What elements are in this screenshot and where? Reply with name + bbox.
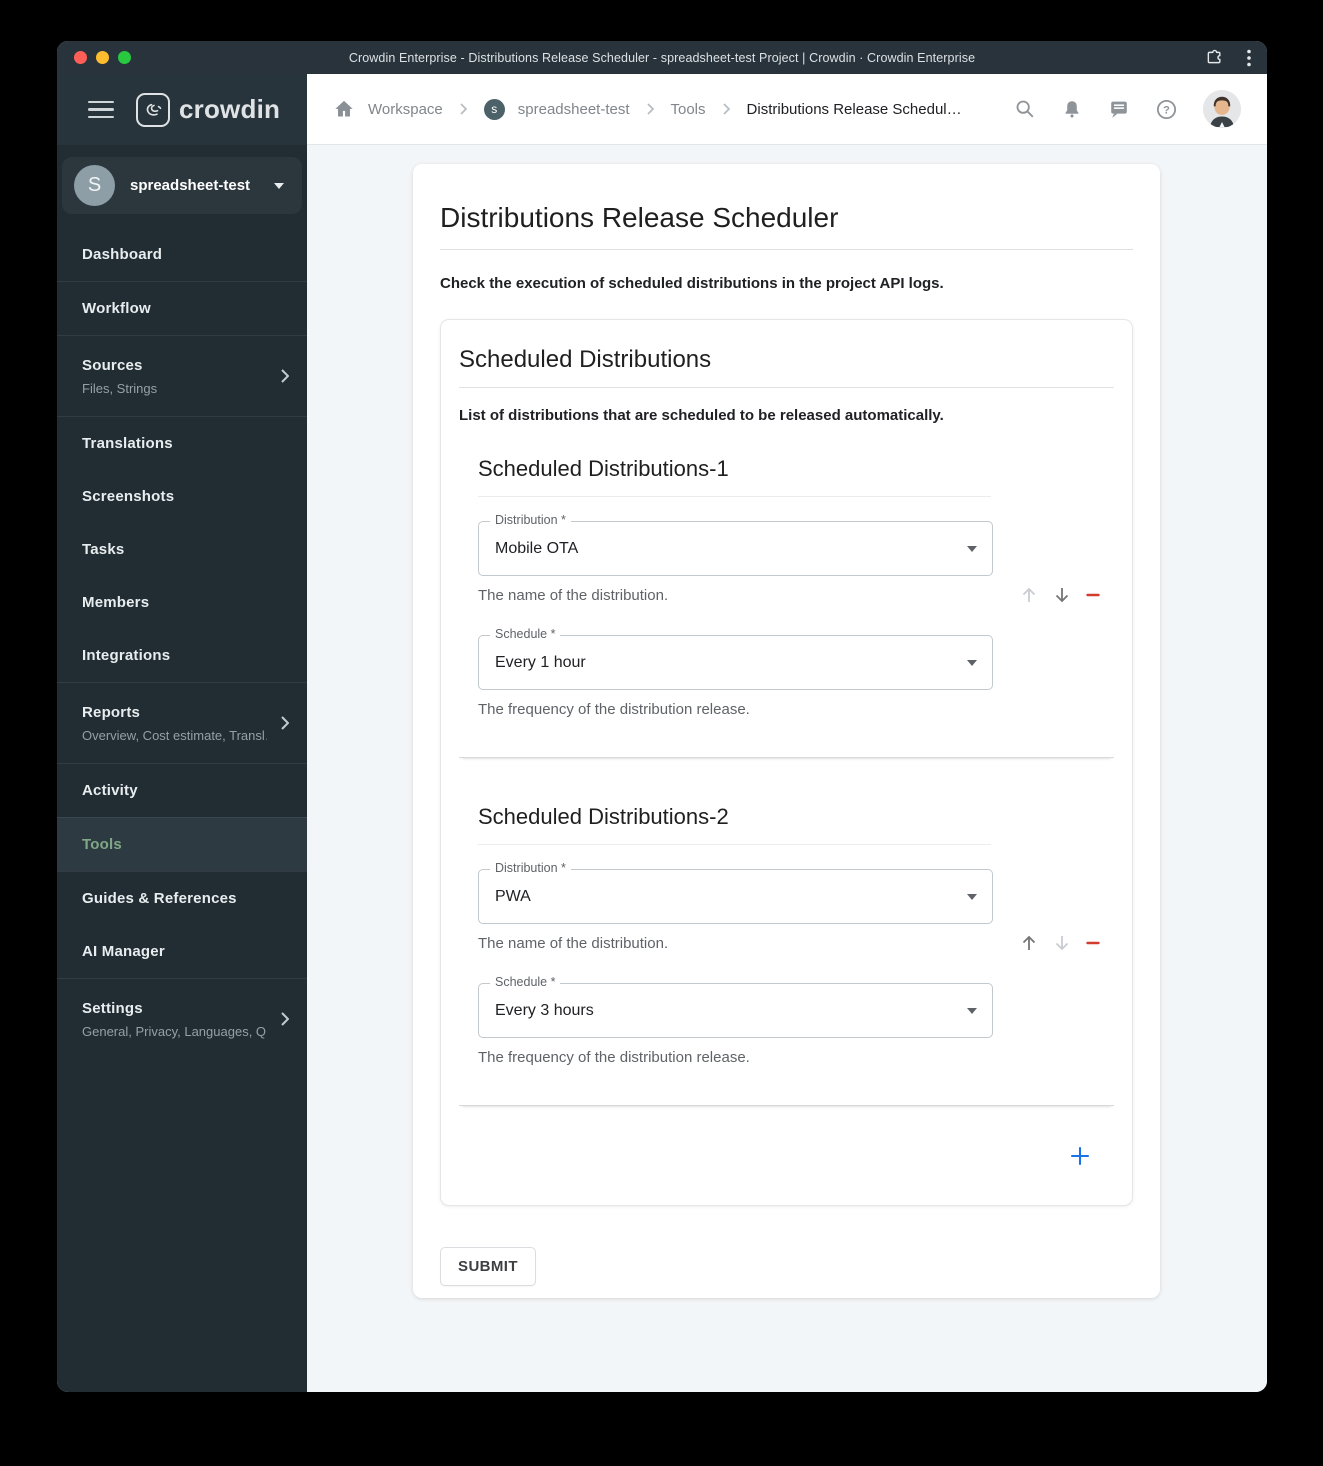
chevron-right-icon xyxy=(281,716,289,730)
field-helper: The name of the distribution. xyxy=(478,587,669,604)
caret-down-icon xyxy=(967,894,977,900)
panel-description: List of distributions that are scheduled… xyxy=(459,407,944,424)
crowdin-logo[interactable]: crowdin xyxy=(136,92,281,127)
breadcrumb-project-avatar: s xyxy=(483,98,505,120)
field-label: Schedule * xyxy=(490,975,561,989)
sidebar-item-integrations[interactable]: Integrations xyxy=(57,629,307,682)
caret-down-icon xyxy=(967,546,977,552)
project-name: spreadsheet-test xyxy=(130,177,251,194)
caret-down-icon xyxy=(967,1008,977,1014)
submit-button[interactable]: SUBMIT xyxy=(440,1247,536,1286)
window-controls xyxy=(74,51,131,64)
field-label: Schedule * xyxy=(490,627,561,641)
chevron-right-icon xyxy=(281,369,289,383)
sidebar-item-guides-references[interactable]: Guides & References xyxy=(57,871,307,925)
close-button[interactable] xyxy=(74,51,87,64)
browser-tab-title: Crowdin Enterprise - Distributions Relea… xyxy=(348,50,976,65)
header: Workspace s spreadsheet-test Tools Distr… xyxy=(307,74,1267,145)
field-value: Every 3 hours xyxy=(495,1002,594,1019)
crowdin-logo-icon xyxy=(136,92,170,127)
sidebar-item-reports[interactable]: Reports Overview, Cost estimate, Transl… xyxy=(57,682,307,763)
sidebar-item-screenshots[interactable]: Screenshots xyxy=(57,470,307,523)
svg-text:?: ? xyxy=(1163,104,1170,116)
sidebar-item-sources[interactable]: Sources Files, Strings xyxy=(57,335,307,416)
breadcrumb-tools[interactable]: Tools xyxy=(671,101,706,118)
tool-card: Distributions Release Scheduler Check th… xyxy=(413,164,1160,1298)
browser-titlebar: Crowdin Enterprise - Distributions Relea… xyxy=(57,41,1267,74)
breadcrumb-workspace[interactable]: Workspace xyxy=(368,101,443,118)
page-description: Check the execution of scheduled distrib… xyxy=(440,275,944,292)
bell-icon[interactable] xyxy=(1061,98,1083,120)
crowdin-wordmark: crowdin xyxy=(179,94,281,124)
remove-icon[interactable] xyxy=(1085,935,1101,951)
move-down-icon[interactable] xyxy=(1052,933,1072,953)
sidebar: crowdin S spreadsheet-test Dashboard Wor… xyxy=(57,74,307,1392)
sidebar-item-activity[interactable]: Activity xyxy=(57,763,307,817)
chevron-right-icon xyxy=(646,103,654,115)
caret-down-icon xyxy=(967,660,977,666)
distribution-select[interactable]: Distribution * PWA xyxy=(478,861,993,924)
chat-icon[interactable] xyxy=(1108,98,1130,120)
field-helper: The name of the distribution. xyxy=(478,935,669,952)
distribution-group-2: Scheduled Distributions-2 Distribution *… xyxy=(459,804,1114,1106)
browser-window: Crowdin Enterprise - Distributions Relea… xyxy=(57,41,1267,1392)
minimize-button[interactable] xyxy=(96,51,109,64)
field-value: Every 1 hour xyxy=(495,654,586,671)
page-content: Distributions Release Scheduler Check th… xyxy=(307,145,1267,1392)
breadcrumb-current: Distributions Release Schedul… xyxy=(746,100,962,118)
distribution-select[interactable]: Distribution * Mobile OTA xyxy=(478,513,993,576)
extensions-icon[interactable] xyxy=(1204,48,1223,67)
chevron-right-icon xyxy=(722,103,730,115)
home-icon[interactable] xyxy=(333,98,355,120)
zoom-button[interactable] xyxy=(118,51,131,64)
chevron-right-icon xyxy=(460,103,467,115)
project-selector[interactable]: S spreadsheet-test xyxy=(62,157,302,214)
sidebar-item-dashboard[interactable]: Dashboard xyxy=(57,228,307,281)
sidebar-item-tasks[interactable]: Tasks xyxy=(57,523,307,576)
sidebar-item-tools[interactable]: Tools xyxy=(57,817,307,871)
scheduled-distributions-panel: Scheduled Distributions List of distribu… xyxy=(440,319,1133,1206)
chevron-right-icon xyxy=(281,1012,289,1026)
kebab-menu-icon[interactable] xyxy=(1247,49,1251,67)
field-label: Distribution * xyxy=(490,513,571,527)
help-icon[interactable]: ? xyxy=(1155,98,1178,121)
group-title: Scheduled Distributions-2 xyxy=(478,804,991,845)
field-value: Mobile OTA xyxy=(495,540,579,557)
panel-title: Scheduled Distributions xyxy=(459,346,1114,388)
sidebar-item-settings[interactable]: Settings General, Privacy, Languages, Q… xyxy=(57,978,307,1059)
field-label: Distribution * xyxy=(490,861,571,875)
hamburger-icon[interactable] xyxy=(88,100,114,119)
add-icon[interactable] xyxy=(1068,1144,1092,1168)
sidebar-nav: Dashboard Workflow Sources Files, String… xyxy=(57,228,307,1059)
field-value: PWA xyxy=(495,888,531,905)
user-avatar[interactable] xyxy=(1203,90,1241,128)
distribution-group-1: Scheduled Distributions-1 Distribution *… xyxy=(459,456,1114,758)
page-title: Distributions Release Scheduler xyxy=(440,202,1133,250)
caret-down-icon xyxy=(274,182,284,189)
sidebar-item-members[interactable]: Members xyxy=(57,576,307,629)
move-up-icon[interactable] xyxy=(1019,933,1039,953)
field-helper: The frequency of the distribution releas… xyxy=(478,701,750,718)
sidebar-item-ai-manager[interactable]: AI Manager xyxy=(57,925,307,978)
schedule-select[interactable]: Schedule * Every 1 hour xyxy=(478,627,993,690)
sidebar-item-translations[interactable]: Translations xyxy=(57,416,307,470)
sidebar-item-workflow[interactable]: Workflow xyxy=(57,281,307,335)
field-helper: The frequency of the distribution releas… xyxy=(478,1049,750,1066)
move-down-icon[interactable] xyxy=(1052,585,1072,605)
schedule-select[interactable]: Schedule * Every 3 hours xyxy=(478,975,993,1038)
group-title: Scheduled Distributions-1 xyxy=(478,456,991,497)
remove-icon[interactable] xyxy=(1085,587,1101,603)
search-icon[interactable] xyxy=(1014,98,1036,120)
move-up-icon[interactable] xyxy=(1019,585,1039,605)
breadcrumb-project[interactable]: spreadsheet-test xyxy=(518,101,630,118)
project-avatar: S xyxy=(74,165,115,206)
